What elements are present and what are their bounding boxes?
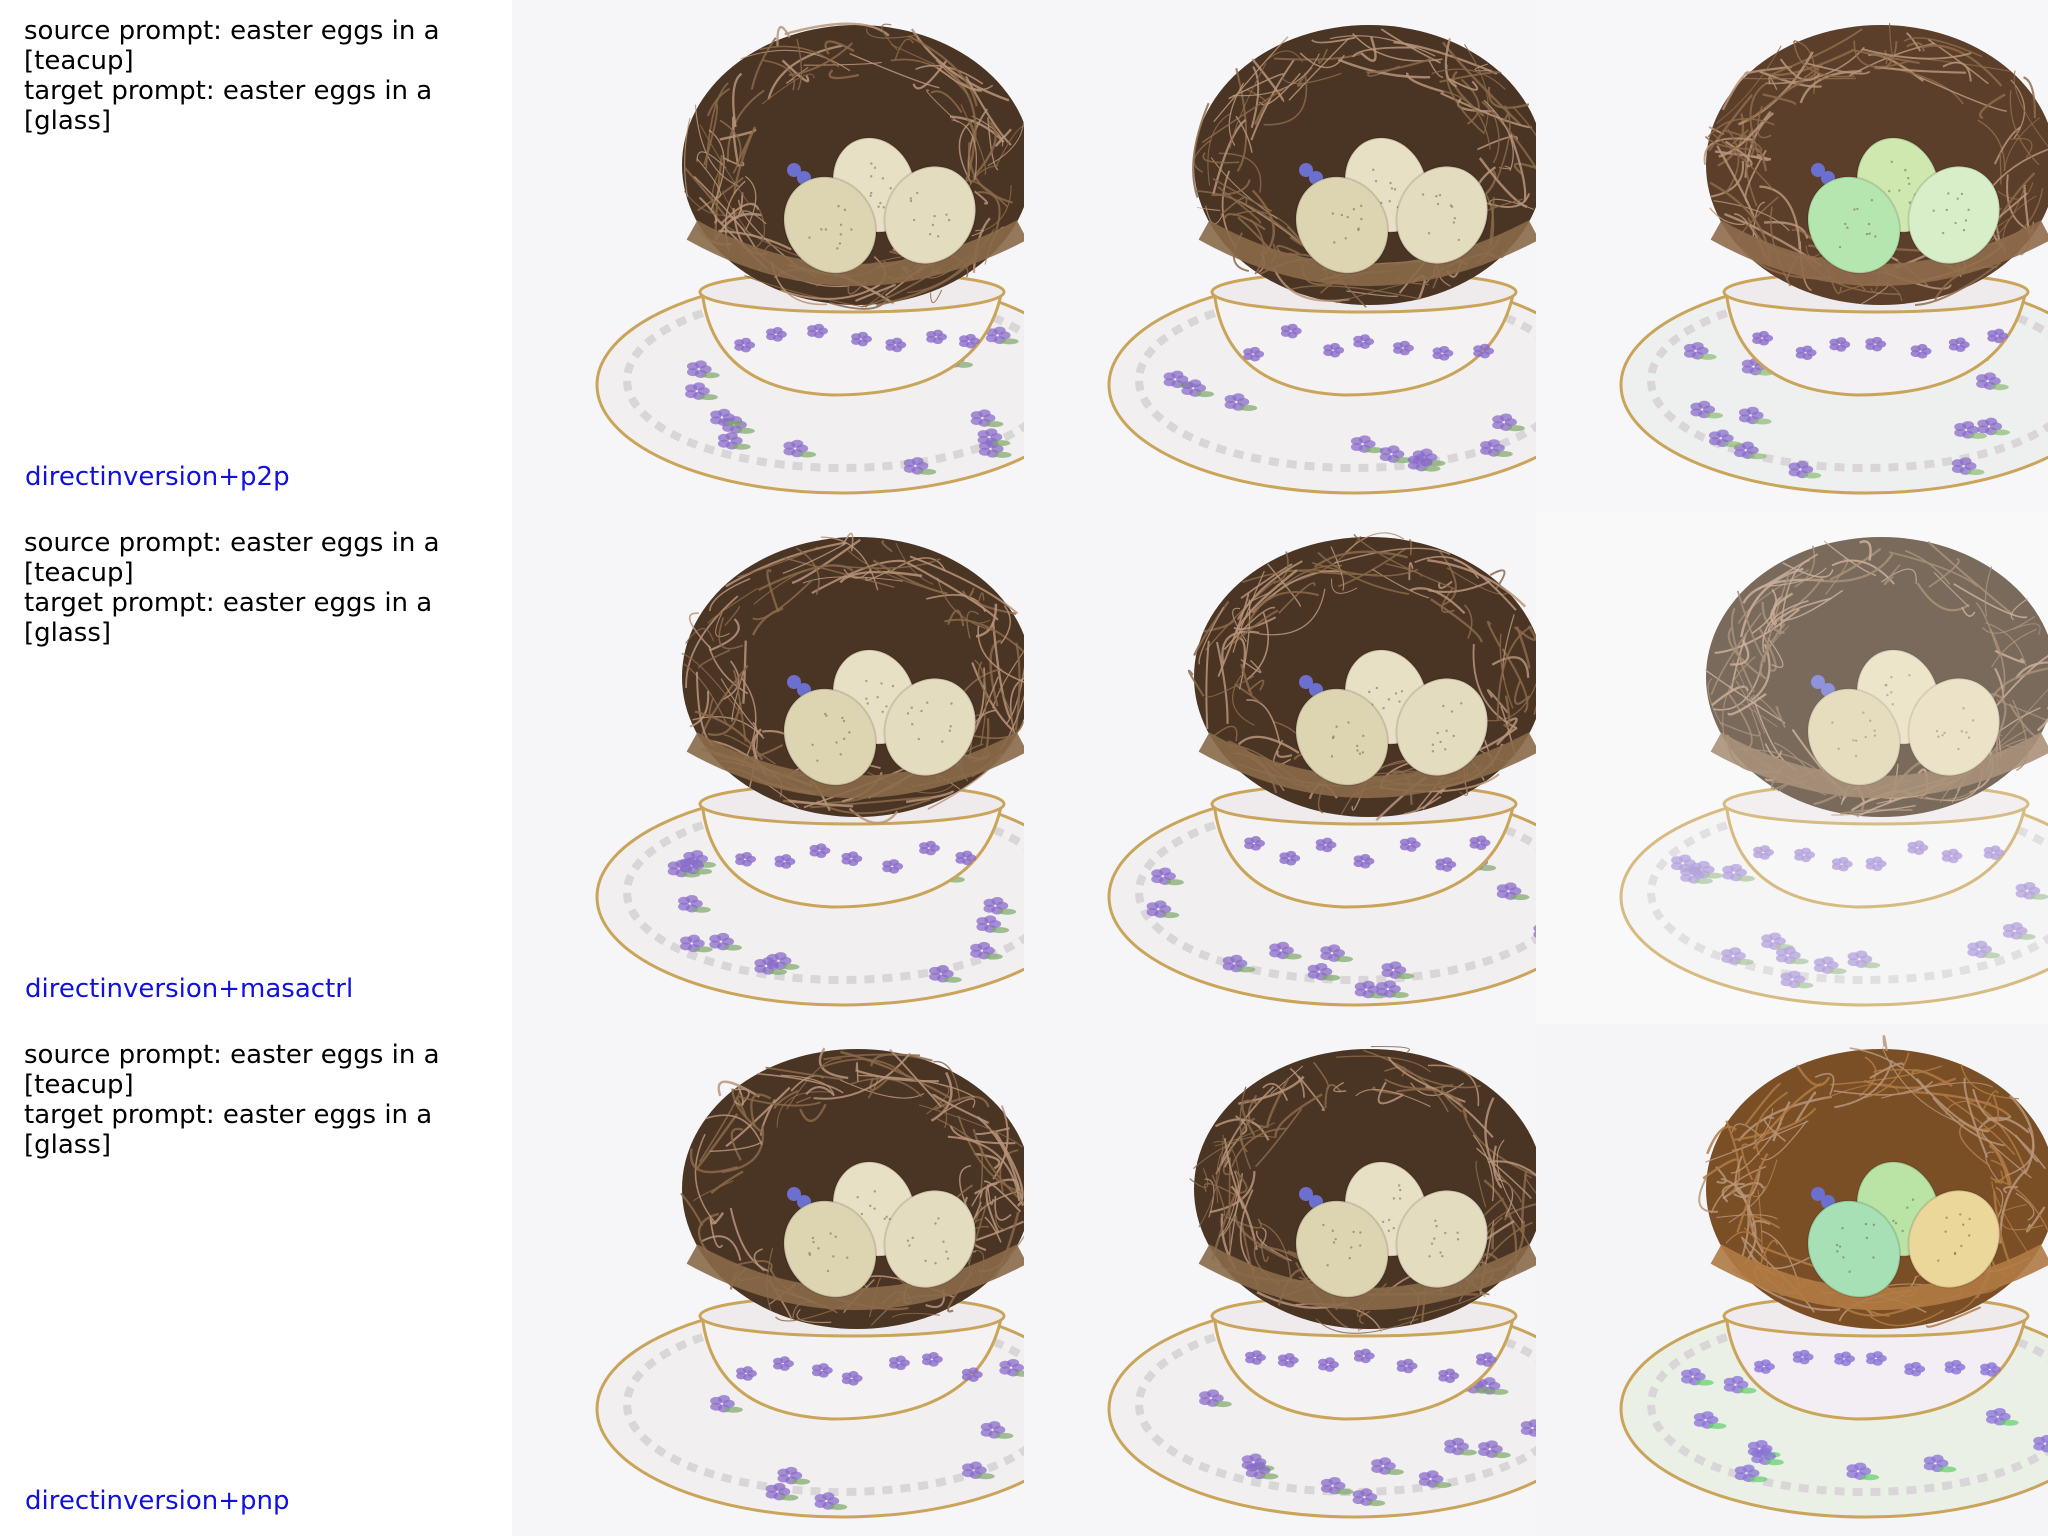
method-label: directinversion+masactrl	[25, 974, 354, 1004]
target-prompt: target prompt: easter eggs in a [glass]	[24, 1100, 441, 1160]
result-image	[1536, 1024, 2048, 1536]
source-prompt: source prompt: easter eggs in a [teacup]	[24, 1040, 448, 1100]
result-image	[512, 1024, 1024, 1536]
result-image	[512, 512, 1024, 1024]
target-prompt: target prompt: easter eggs in a [glass]	[24, 76, 441, 136]
result-image	[1024, 0, 1536, 512]
result-row: source prompt: easter eggs in a [teacup]…	[0, 0, 2048, 512]
source-prompt: source prompt: easter eggs in a [teacup]	[24, 16, 448, 76]
prompt-block: source prompt: easter eggs in a [teacup]…	[24, 16, 512, 136]
result-image	[512, 0, 1024, 512]
result-row: source prompt: easter eggs in a [teacup]…	[0, 512, 2048, 1024]
prompt-block: source prompt: easter eggs in a [teacup]…	[24, 1040, 512, 1160]
teacup-nest-illustration	[1536, 1024, 2048, 1536]
result-image	[1024, 1024, 1536, 1536]
teacup-nest-illustration	[1024, 512, 1536, 1024]
prompt-block: source prompt: easter eggs in a [teacup]…	[24, 528, 512, 648]
teacup-nest-illustration	[512, 1024, 1024, 1536]
row-label-cell: source prompt: easter eggs in a [teacup]…	[0, 0, 512, 512]
comparison-grid: source prompt: easter eggs in a [teacup]…	[0, 0, 2048, 1536]
result-image	[1024, 512, 1536, 1024]
result-row: source prompt: easter eggs in a [teacup]…	[0, 1024, 2048, 1536]
result-image	[1536, 512, 2048, 1024]
teacup-nest-illustration	[1536, 0, 2048, 512]
teacup-nest-illustration	[1536, 512, 2048, 1024]
teacup-nest-illustration	[1024, 0, 1536, 512]
teacup-nest-illustration	[1024, 1024, 1536, 1536]
row-label-cell: source prompt: easter eggs in a [teacup]…	[0, 512, 512, 1024]
target-prompt: target prompt: easter eggs in a [glass]	[24, 588, 441, 648]
teacup-nest-illustration	[512, 512, 1024, 1024]
teacup-nest-illustration	[512, 0, 1024, 512]
method-label: directinversion+p2p	[25, 462, 290, 492]
source-prompt: source prompt: easter eggs in a [teacup]	[24, 528, 448, 588]
result-image	[1536, 0, 2048, 512]
method-label: directinversion+pnp	[25, 1486, 290, 1516]
row-label-cell: source prompt: easter eggs in a [teacup]…	[0, 1024, 512, 1536]
